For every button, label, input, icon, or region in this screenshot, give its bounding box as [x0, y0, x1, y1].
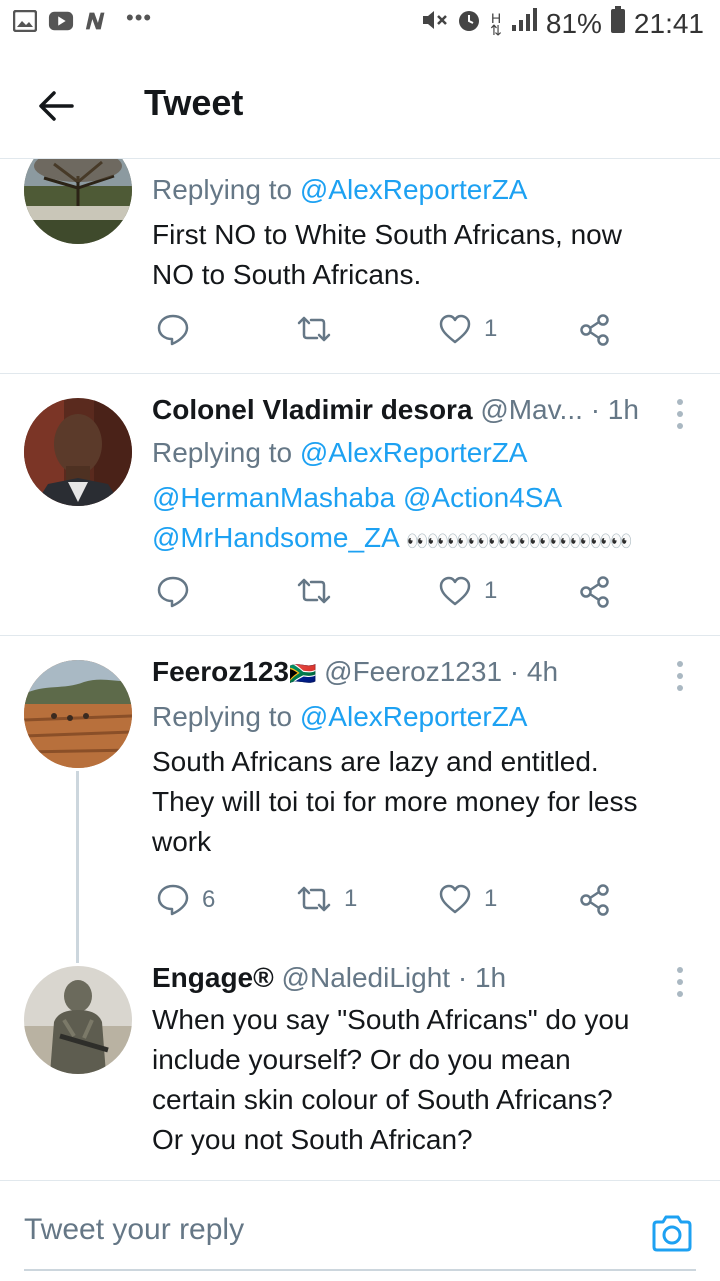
heart-icon [439, 576, 471, 606]
more-notifications-icon: ••• [126, 5, 153, 30]
clock: 21:41 [633, 7, 704, 39]
user-handle[interactable]: @Mav... [480, 394, 583, 425]
alarm-icon [456, 7, 482, 40]
reply-input[interactable]: Tweet your reply [24, 1213, 244, 1247]
camera-button[interactable] [650, 1211, 694, 1255]
tweet-2[interactable]: Colonel Vladimir desora @Mav... · 1h Rep… [0, 374, 720, 635]
reply-composer: Tweet your reply [0, 1180, 720, 1281]
tweet-header: Colonel Vladimir desora @Mav... · 1h [152, 392, 692, 428]
app-bar: Tweet [0, 50, 720, 159]
tweet-3-actions: 6 1 1 [152, 883, 632, 923]
retweet-icon [297, 578, 331, 604]
retweet-button[interactable]: 1 [296, 883, 357, 915]
display-name[interactable]: Feeroz123 [152, 656, 289, 687]
youtube-icon [48, 8, 74, 34]
share-icon [580, 576, 609, 608]
more-vertical-icon [677, 399, 683, 429]
replying-to: Replying to @AlexReporterZA [152, 701, 528, 732]
avatar[interactable] [24, 966, 132, 1074]
share-button[interactable] [578, 575, 612, 609]
network-type-icon: H ⇅ [490, 9, 502, 38]
input-underline [24, 1269, 696, 1271]
tweet-time: · 4h [509, 656, 559, 687]
user-handle[interactable]: @NalediLight [282, 962, 451, 993]
tweet-header: Engage® @NalediLight · 1h [152, 960, 692, 996]
replying-to: Replying to @AlexReporterZA [152, 437, 528, 468]
more-vertical-icon [677, 661, 683, 691]
gallery-icon [12, 8, 38, 34]
avatar[interactable] [24, 660, 132, 768]
status-bar: ••• H ⇅ 81% 21:41 [0, 0, 720, 50]
share-button[interactable] [578, 313, 612, 347]
battery-icon [610, 6, 626, 41]
reply-button[interactable] [156, 313, 190, 347]
replying-to: Replying to @AlexReporterZA [152, 174, 528, 205]
share-button[interactable] [578, 883, 612, 917]
eyes-emoji: 👀👀👀👀👀👀👀👀👀👀👀 [406, 531, 633, 551]
back-button[interactable] [34, 84, 78, 128]
user-handle[interactable]: @Feeroz1231 [324, 656, 502, 687]
reply-count: 6 [202, 886, 216, 913]
page-title: Tweet [144, 82, 244, 123]
display-name[interactable]: Engage® [152, 962, 274, 993]
tweet-text: South Africans are lazy and entitled. Th… [152, 746, 638, 857]
reply-button[interactable] [156, 575, 190, 609]
more-options-button[interactable] [668, 396, 692, 432]
mention-link[interactable]: @AlexReporterZA [300, 701, 528, 732]
reply-icon [157, 576, 189, 608]
tweet-text: @HermanMashaba @Action4SA @MrHandsome_ZA… [152, 478, 692, 561]
mention-links[interactable]: @HermanMashaba @Action4SA [152, 478, 692, 518]
more-options-button[interactable] [668, 658, 692, 694]
reply-icon [157, 884, 189, 916]
tweet-4[interactable]: Engage® @NalediLight · 1h When you say "… [0, 949, 720, 1179]
reply-icon [157, 314, 189, 346]
tweet-time: · 1h [590, 394, 639, 425]
mention-link[interactable]: @AlexReporterZA [300, 174, 528, 205]
retweet-count: 1 [344, 885, 358, 912]
like-button[interactable]: 1 [438, 883, 497, 915]
reply-button[interactable]: 6 [156, 883, 215, 917]
more-options-button[interactable] [668, 964, 692, 1000]
tweet-text: First NO to White South Africans, now NO… [152, 219, 622, 290]
like-count: 1 [484, 577, 498, 604]
tweet-time: · 1h [457, 962, 507, 993]
signal-icon [510, 7, 538, 40]
news-icon [84, 8, 110, 34]
mention-link[interactable]: @MrHandsome_ZA [152, 522, 398, 553]
share-icon [580, 884, 609, 916]
share-icon [580, 314, 609, 346]
battery-percent: 81% [545, 7, 602, 39]
arrow-left-icon [39, 91, 74, 121]
like-count: 1 [484, 885, 498, 912]
reply-feed[interactable]: Replying to @AlexReporterZA First NO to … [0, 159, 720, 1179]
like-button[interactable]: 1 [438, 313, 497, 345]
flag-emoji: 🇿🇦 [288, 661, 317, 686]
tweet-1[interactable]: Replying to @AlexReporterZA First NO to … [0, 159, 720, 373]
display-name[interactable]: Colonel Vladimir desora [152, 394, 473, 425]
heart-icon [439, 884, 471, 914]
mute-icon [420, 7, 448, 40]
retweet-icon [297, 886, 331, 912]
camera-icon [652, 1215, 692, 1252]
more-vertical-icon [677, 967, 683, 997]
like-button[interactable]: 1 [438, 575, 497, 607]
tweet-header: Feeroz123🇿🇦 @Feeroz1231 · 4h [152, 654, 692, 692]
retweet-button[interactable] [296, 575, 332, 607]
avatar[interactable] [24, 159, 132, 244]
avatar[interactable] [24, 398, 132, 506]
like-count: 1 [484, 315, 498, 342]
retweet-button[interactable] [296, 313, 332, 345]
retweet-icon [297, 316, 331, 342]
heart-icon [439, 314, 471, 344]
tweet-text: When you say "South Africans" do you inc… [152, 1004, 630, 1155]
mention-link[interactable]: @AlexReporterZA [300, 437, 528, 468]
